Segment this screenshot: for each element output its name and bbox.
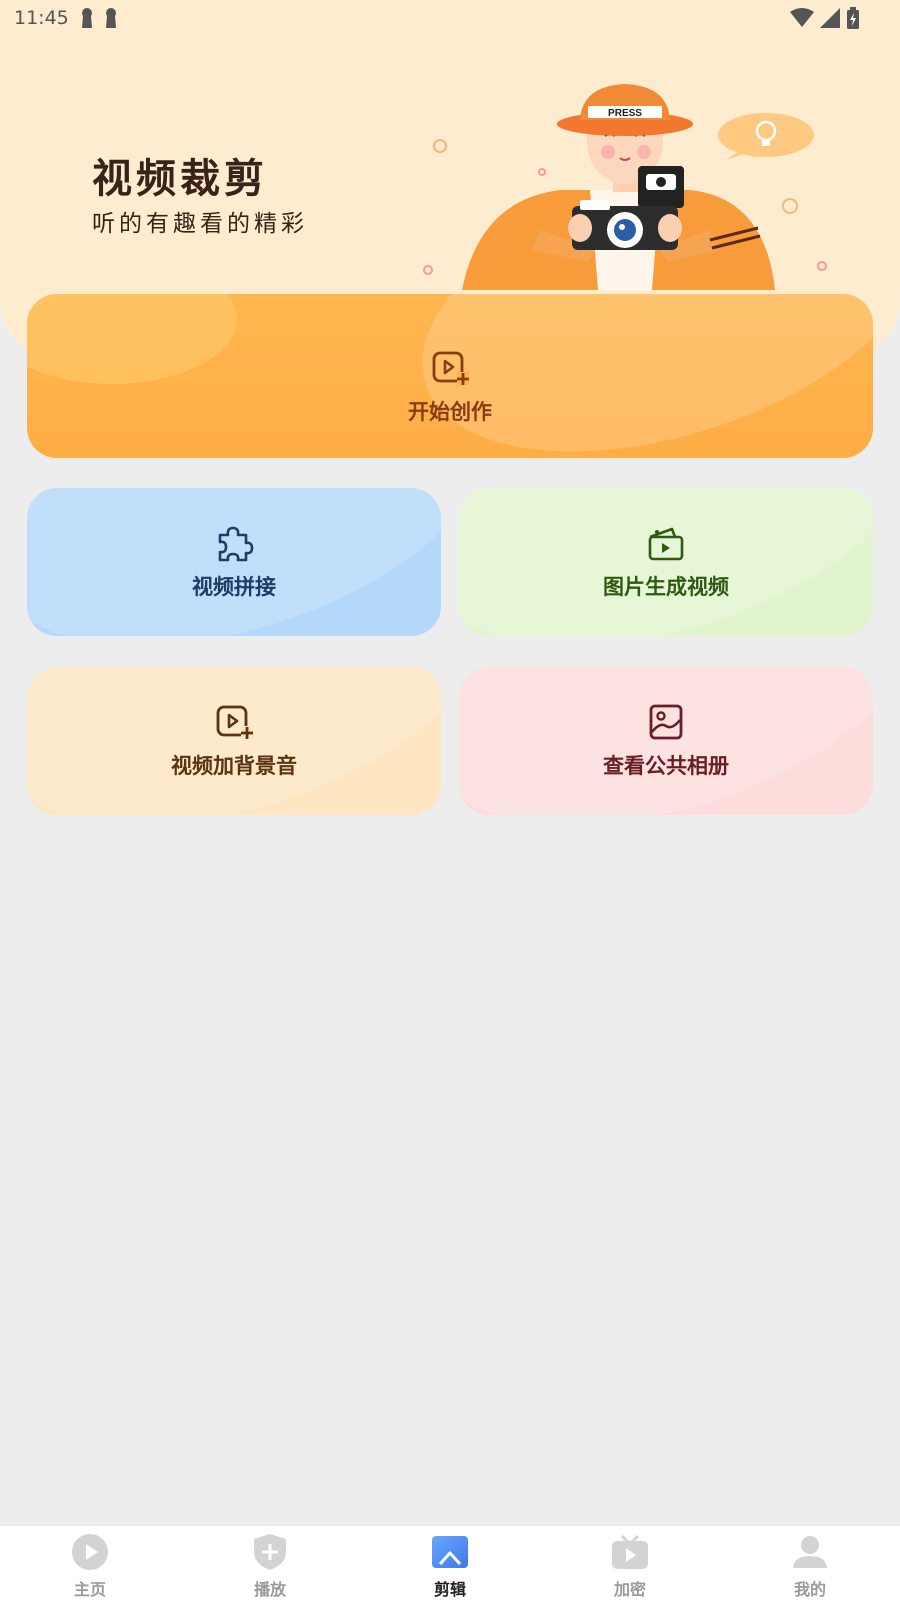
signal-icon <box>820 8 840 28</box>
photographer-illustration: PRESS <box>423 84 827 290</box>
public-album-label: 查看公共相册 <box>603 754 729 778</box>
notification-pin-icon <box>105 8 116 28</box>
start-creating-button[interactable]: 开始创作 <box>27 294 873 458</box>
photo-to-video-label: 图片生成视频 <box>603 575 729 599</box>
video-add-bgm-button[interactable]: 视频加背景音 <box>27 667 441 815</box>
video-splice-label: 视频拼接 <box>192 575 276 599</box>
status-time: 11:45 <box>14 7 69 29</box>
banner-subtitle: 听的有趣看的精彩 <box>92 211 308 237</box>
nav-item-home[interactable]: 主页 <box>0 1526 180 1600</box>
video-add-icon <box>216 705 253 739</box>
tv-play-icon <box>612 1534 648 1569</box>
status-bar: 11:45 <box>0 0 900 36</box>
photo-to-video-button[interactable]: 图片生成视频 <box>459 488 873 636</box>
shield-plus-icon <box>254 1534 286 1570</box>
wifi-icon <box>790 8 814 27</box>
puzzle-icon <box>218 526 254 562</box>
nav-item-play[interactable]: 播放 <box>180 1526 360 1600</box>
video-add-icon <box>432 351 469 385</box>
video-add-bgm-label: 视频加背景音 <box>171 754 297 778</box>
notification-pin-icon <box>81 8 92 28</box>
nav-label-play: 播放 <box>253 1580 286 1599</box>
play-circle-icon <box>72 1534 108 1570</box>
bottom-navigation: 主页 播放 剪辑 加密 我的 <box>0 1525 900 1600</box>
nav-label-edit: 剪辑 <box>433 1580 466 1599</box>
user-icon <box>793 1536 827 1568</box>
edit-screen-icon <box>432 1536 468 1568</box>
public-album-button[interactable]: 查看公共相册 <box>459 667 873 815</box>
battery-charging-icon <box>847 7 859 29</box>
nav-label-encrypt: 加密 <box>613 1580 646 1599</box>
nav-label-home: 主页 <box>73 1580 106 1599</box>
press-hat-text: PRESS <box>608 108 642 119</box>
photo-video-icon <box>648 527 684 561</box>
nav-item-edit[interactable]: 剪辑 <box>360 1526 540 1600</box>
start-creating-label: 开始创作 <box>408 400 492 424</box>
video-splice-button[interactable]: 视频拼接 <box>27 488 441 636</box>
nav-item-encrypt[interactable]: 加密 <box>540 1526 720 1600</box>
nav-label-profile: 我的 <box>793 1580 826 1599</box>
nav-item-profile[interactable]: 我的 <box>720 1526 900 1600</box>
image-icon <box>649 704 683 740</box>
banner-title: 视频裁剪 <box>92 155 268 202</box>
